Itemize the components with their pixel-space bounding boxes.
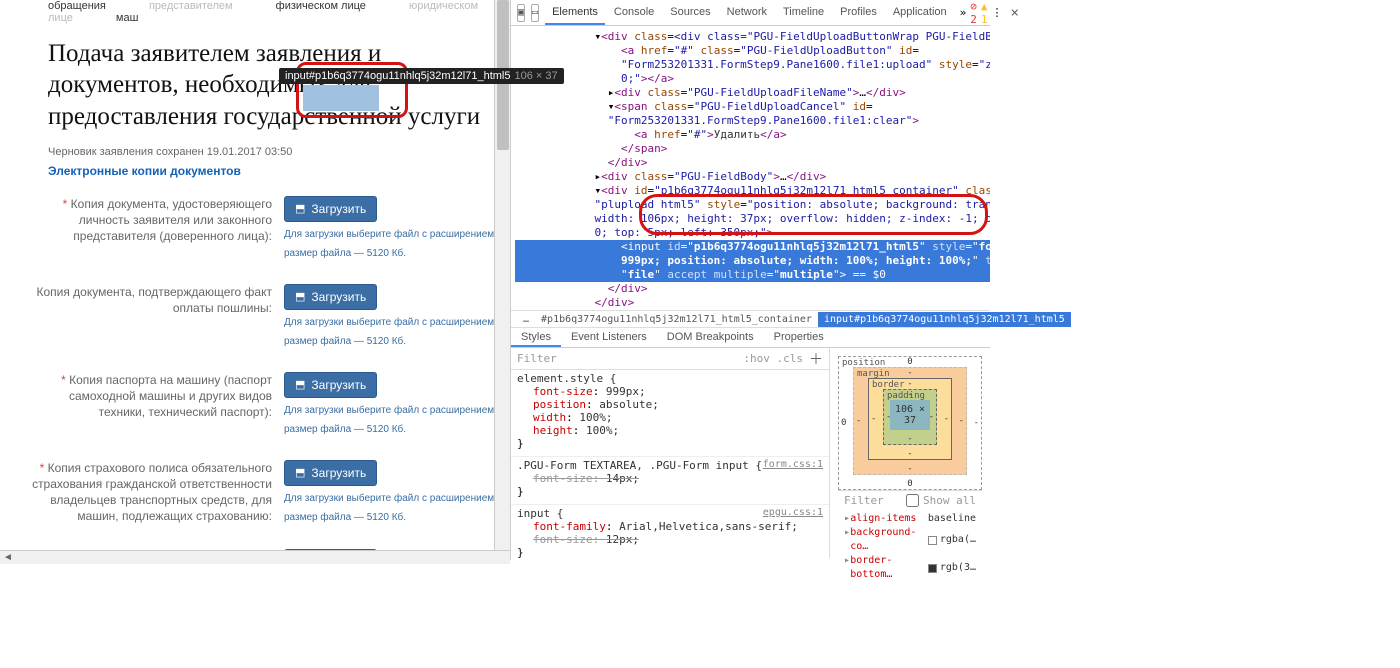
- error-badge[interactable]: ⊘ 2: [970, 0, 977, 26]
- warning-badge[interactable]: ▲ 1: [981, 0, 988, 26]
- close-devtools-icon[interactable]: ×: [1011, 5, 1019, 21]
- upload-button[interactable]: ⬒Загрузить: [284, 372, 377, 398]
- upload-field-row: * Копия паспорта на машину (паспорт само…: [30, 372, 494, 436]
- upload-icon: ⬒: [295, 378, 305, 391]
- inspector-tooltip: input#p1b6q3774ogu11nhlq5j32m12l71_html5…: [279, 68, 564, 84]
- hov-cls-toggle[interactable]: :hov .cls: [743, 352, 803, 365]
- styles-sub-tabs: StylesEvent ListenersDOM BreakpointsProp…: [511, 328, 990, 348]
- upload-hint: размер файла — 5120 Кб.: [284, 423, 494, 436]
- computed-filter-input[interactable]: Filter: [844, 494, 884, 507]
- styles-sub-tab[interactable]: Properties: [764, 328, 834, 347]
- upload-button[interactable]: ⬒Загрузить: [284, 284, 377, 310]
- tab-item[interactable]: юридическом лице: [48, 0, 478, 24]
- styles-pane[interactable]: Filter :hov .cls＋ element.style { font-s…: [511, 348, 830, 558]
- upload-icon: ⬒: [295, 202, 305, 215]
- tab-item[interactable]: обращения: [48, 0, 106, 12]
- source-link[interactable]: epgu.css:1: [763, 507, 823, 518]
- browser-viewport: обращения представителем физическом лице…: [0, 0, 510, 560]
- styles-sub-tab[interactable]: Styles: [511, 328, 561, 347]
- upload-hint: Для загрузки выберите файл с расширением…: [284, 228, 494, 241]
- dom-breadcrumb[interactable]: … #p1b6q3774ogu11nhlq5j32m12l71_html5_co…: [511, 310, 990, 328]
- device-mode-icon[interactable]: ▭: [531, 4, 539, 22]
- devtools-menu-icon[interactable]: ⋮: [992, 6, 1003, 19]
- more-tabs-icon[interactable]: »: [960, 6, 967, 19]
- upload-hint: Для загрузки выберите файл с расширением…: [284, 492, 494, 505]
- show-all-checkbox[interactable]: [906, 494, 919, 507]
- source-link[interactable]: form.css:1: [763, 459, 823, 470]
- devtools-tab[interactable]: Network: [720, 1, 774, 25]
- upload-field-row: * Копия страхового полиса обязательного …: [30, 460, 494, 525]
- field-label: * Копия паспорта на машину (паспорт само…: [30, 372, 284, 436]
- devtools-tab[interactable]: Timeline: [776, 1, 831, 25]
- styles-filter-input[interactable]: Filter: [517, 352, 557, 365]
- devtools-panel: ▣ ▭ ElementsConsoleSourcesNetworkTimelin…: [510, 0, 990, 560]
- scroll-left-arrow[interactable]: ◄: [2, 552, 14, 564]
- devtools-tab[interactable]: Elements: [545, 1, 605, 25]
- page-title: Подача заявителем заявления и документов…: [48, 38, 494, 132]
- styles-sub-tab[interactable]: Event Listeners: [561, 328, 657, 347]
- upload-field-row: * Копия документа, удостоверяющего лично…: [30, 196, 494, 260]
- upload-icon: ⬒: [295, 290, 305, 303]
- upload-hint: размер файла — 5120 Кб.: [284, 335, 494, 348]
- section-link[interactable]: Электронные копии документов: [48, 164, 494, 178]
- upload-hint: Для загрузки выберите файл с расширением…: [284, 404, 494, 417]
- field-label: Копия документа, подтверждающего факт оп…: [30, 284, 284, 348]
- breadcrumb-item[interactable]: #p1b6q3774ogu11nhlq5j32m12l71_html5_cont…: [535, 312, 818, 327]
- breadcrumb-item[interactable]: input#p1b6q3774ogu11nhlq5j32m12l71_html5: [818, 312, 1071, 327]
- top-tabs: обращения представителем физическом лице…: [30, 0, 494, 30]
- tab-item[interactable]: физическом лице: [276, 0, 366, 12]
- upload-hint: Для загрузки выберите файл с расширением…: [284, 316, 494, 329]
- upload-hint: размер файла — 5120 Кб.: [284, 247, 494, 260]
- upload-button[interactable]: ⬒Загрузить: [284, 196, 377, 222]
- selected-dom-node[interactable]: <input id="p1b6q3774ogu11nhlq5j32m12l71_…: [515, 240, 990, 254]
- devtools-toolbar: ▣ ▭ ElementsConsoleSourcesNetworkTimelin…: [511, 0, 990, 26]
- devtools-tab[interactable]: Application: [886, 1, 954, 25]
- styles-sub-tab[interactable]: DOM Breakpoints: [657, 328, 764, 347]
- devtools-tab[interactable]: Profiles: [833, 1, 884, 25]
- horizontal-scrollbar[interactable]: ◄: [0, 550, 510, 564]
- devtools-tab[interactable]: Console: [607, 1, 661, 25]
- inspect-element-icon[interactable]: ▣: [517, 4, 525, 22]
- upload-field-row: Копия документа, подтверждающего факт оп…: [30, 284, 494, 348]
- field-label: * Копия документа, удостоверяющего лично…: [30, 196, 284, 260]
- tab-item[interactable]: представителем: [149, 0, 233, 12]
- upload-hint: размер файла — 5120 Кб.: [284, 511, 494, 524]
- box-model-widget: position 000- margin ---- border ---- pa…: [830, 348, 990, 558]
- field-label: * Копия страхового полиса обязательного …: [30, 460, 284, 525]
- draft-saved-text: Черновик заявления сохранен 19.01.2017 0…: [48, 146, 494, 158]
- breadcrumb-item[interactable]: …: [517, 312, 535, 327]
- devtools-tab[interactable]: Sources: [663, 1, 717, 25]
- upload-button[interactable]: ⬒Загрузить: [284, 460, 377, 486]
- tab-item[interactable]: маш: [116, 12, 139, 24]
- computed-property[interactable]: ▸border-bottom…rgb(3…: [844, 554, 976, 582]
- new-rule-icon[interactable]: ＋: [809, 349, 823, 369]
- upload-icon: ⬒: [295, 466, 305, 479]
- computed-property[interactable]: ▸background-co…rgba(…: [844, 526, 976, 554]
- computed-property[interactable]: ▸align-itemsbaseline: [844, 512, 976, 526]
- dom-tree[interactable]: ▾<div class=<div class="PGU-FieldUploadB…: [511, 26, 990, 310]
